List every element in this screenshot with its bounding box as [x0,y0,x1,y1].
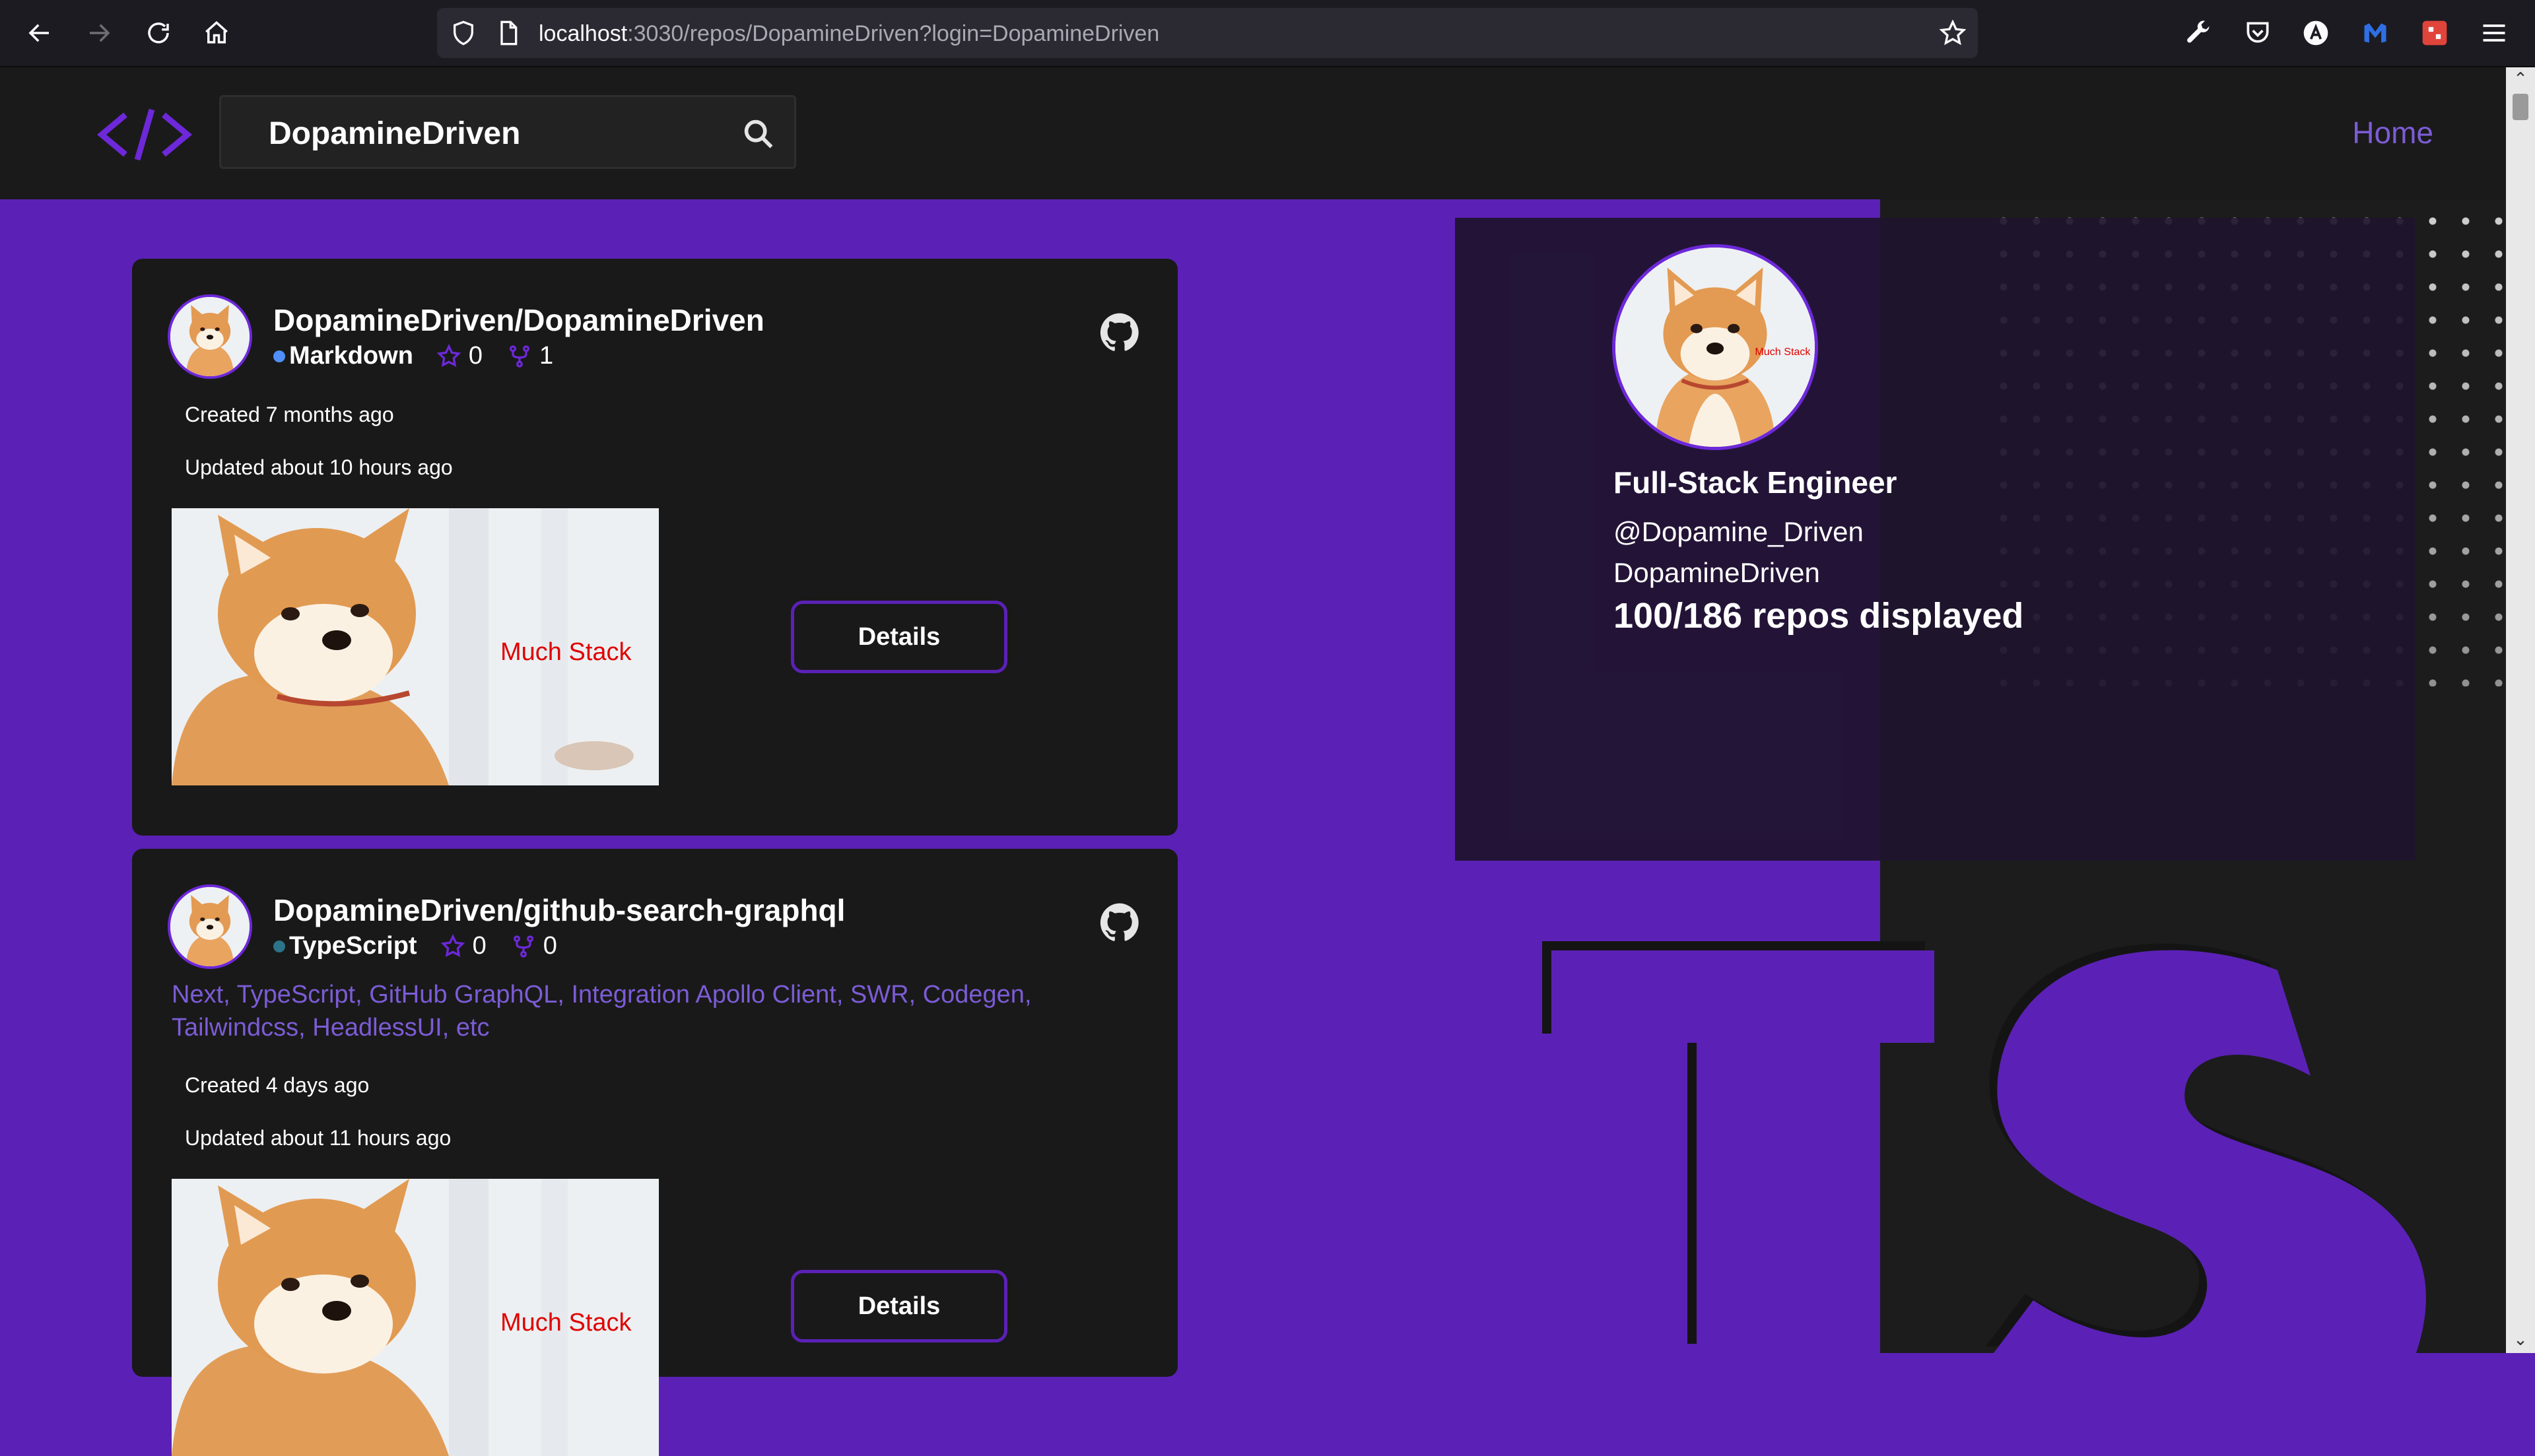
created-date: Created 7 months ago [185,403,394,426]
repo-language: Markdown [289,342,413,370]
page-icon[interactable] [495,20,522,46]
repo-name-link[interactable]: DopamineDriven/github-search-graphql [273,892,845,928]
scrollbar-thumb[interactable] [2513,94,2528,120]
red-extension-button[interactable] [2419,17,2450,49]
account-extension-button[interactable] [2300,17,2332,49]
page-scrollbar[interactable]: ⌃ ⌄ [2506,67,2535,1353]
pocket-icon [2247,22,2269,43]
fork-count: 1 [539,342,554,370]
search-icon[interactable] [741,117,776,151]
shiba-dog-image: Much Stack [1615,248,1815,447]
shiba-dog-image [170,887,250,966]
url-text[interactable]: localhost:3030/repos/DopamineDriven?logi… [539,21,1159,47]
typescript-letters-art: TS [1542,941,2426,1353]
repo-image: Much Stack [172,1179,659,1456]
fork-count: 0 [543,932,557,960]
star-count: 0 [472,932,487,960]
house-icon [205,20,228,44]
created-date: Created 4 days ago [185,1073,370,1097]
url-host: localhost [539,21,628,46]
code-brackets-logo-icon[interactable] [95,102,194,168]
repo-card: DopamineDriven/DopamineDriven Markdown 0… [132,259,1178,836]
forward-button[interactable] [79,13,119,53]
star-icon [440,933,465,957]
malwarebytes-extension-button[interactable] [2359,17,2391,49]
arrow-right-icon [90,24,110,42]
arrow-left-icon [28,24,49,42]
github-icon[interactable] [1098,312,1141,354]
image-caption: Much Stack [500,1309,632,1337]
m-logo-icon [2364,23,2386,43]
fork-icon [513,935,533,958]
browser-toolbar: localhost:3030/repos/DopamineDriven?logi… [0,0,2535,67]
repo-image: Much Stack [172,508,659,785]
profile-card: Much Stack Full-Stack Engineer @Dopamine… [1455,218,2415,861]
url-path: :3030/repos/DopamineDriven?login=Dopamin… [627,21,1160,46]
search-box[interactable] [219,95,796,169]
app-header: Home [0,67,2506,199]
shield-icon[interactable] [450,20,477,46]
details-button[interactable]: Details [791,1270,1007,1342]
updated-date: Updated about 11 hours ago [185,1126,452,1150]
letter-s-shape [1986,943,2426,1353]
star-icon [436,343,461,367]
scroll-down-chevron-icon[interactable]: ⌄ [2510,1329,2531,1350]
repo-owner-avatar[interactable] [168,884,252,969]
github-icon[interactable] [1098,902,1141,944]
repo-owner-avatar[interactable] [168,294,252,379]
profile-title: Full-Stack Engineer [1613,465,1897,500]
address-bar[interactable]: localhost:3030/repos/DopamineDriven?logi… [437,8,1978,58]
profile-login: DopamineDriven [1613,557,1820,588]
repo-name-link[interactable]: DopamineDriven/DopamineDriven [273,302,764,338]
back-button[interactable] [20,13,59,53]
puzzle-red-icon [2422,20,2447,46]
repo-meta: TypeScript 0 0 [273,932,581,960]
devtools-button[interactable] [2182,17,2214,49]
reload-icon [148,22,169,44]
search-input[interactable] [267,112,719,155]
profile-handle: @Dopamine_Driven [1613,516,1864,547]
star-count: 0 [468,342,483,370]
scroll-up-chevron-icon[interactable]: ⌃ [2510,69,2531,90]
letter-t-shape [1542,941,1934,1353]
repo-card: DopamineDriven/github-search-graphql Typ… [132,849,1178,1456]
bookmark-star-icon[interactable] [1940,20,1966,46]
repo-meta: Markdown 0 1 [273,342,577,370]
repo-language: TypeScript [289,932,417,960]
repo-description: Next, TypeScript, GitHub GraphQL, Integr… [172,981,1032,1042]
reload-button[interactable] [139,13,178,53]
image-caption: Much Stack [500,638,632,666]
shiba-dog-image: Much Stack [172,508,659,785]
hamburger-menu-icon [2483,24,2505,42]
fork-icon [510,345,530,368]
shiba-dog-image: Much Stack [172,1179,659,1456]
shiba-dog-image [170,297,250,376]
updated-date: Updated about 10 hours ago [185,455,453,479]
language-color-dot [273,350,285,362]
avatar-caption: Much Stack [1755,346,1811,358]
profile-avatar: Much Stack [1612,244,1818,450]
language-color-dot [273,940,285,952]
home-link[interactable]: Home [2352,115,2433,150]
wrench-icon [2187,20,2210,43]
details-button[interactable]: Details [791,601,1007,673]
letter-a-icon [2303,20,2328,46]
pocket-button[interactable] [2242,17,2274,49]
home-button[interactable] [197,13,236,53]
repo-count: 100/186 repos displayed [1613,596,2024,636]
app-menu-button[interactable] [2478,17,2510,49]
